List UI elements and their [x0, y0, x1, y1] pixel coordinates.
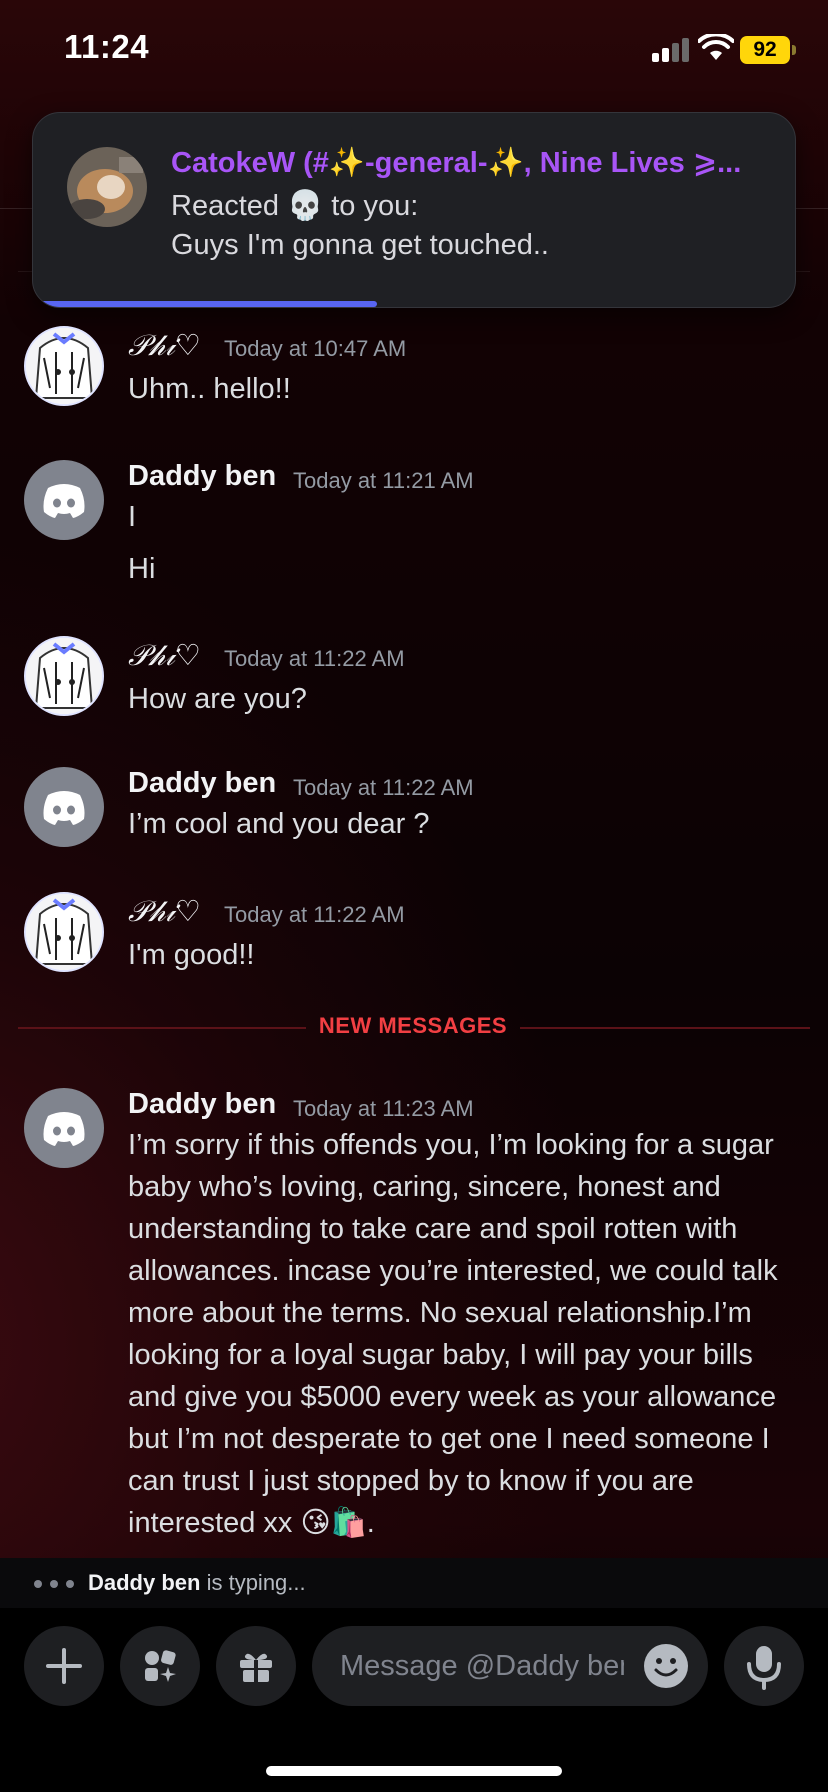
- message-timestamp: Today at 11:22 AM: [293, 775, 474, 800]
- discord-logo-icon: [43, 1112, 85, 1146]
- typing-dots-icon: [34, 1580, 78, 1588]
- notification-avatar: [67, 147, 147, 227]
- typing-text: Daddy ben is typing...: [88, 1570, 306, 1596]
- wifi-icon: [698, 34, 734, 60]
- gift-button[interactable]: [216, 1626, 296, 1706]
- avatar[interactable]: [24, 326, 104, 406]
- discord-logo-icon: [43, 484, 85, 518]
- notification-reaction: Reacted 💀 to you:: [171, 190, 419, 222]
- message-text: I’m sorry if this offends you, I’m looki…: [128, 1129, 778, 1539]
- typing-user: Daddy ben: [88, 1570, 201, 1595]
- microphone-icon: [747, 1646, 781, 1690]
- message-author[interactable]: 𝒫𝒽𝒾♡: [128, 638, 201, 673]
- typing-suffix: is typing...: [200, 1570, 306, 1595]
- avatar[interactable]: [24, 1088, 104, 1168]
- message-timestamp: Today at 11:22 AM: [224, 902, 405, 927]
- message-text: I: [128, 501, 137, 533]
- emoji-button[interactable]: [644, 1644, 688, 1688]
- notification-progress-track: [33, 301, 795, 307]
- battery-level: 92: [740, 36, 790, 64]
- message-timestamp: Today at 10:47 AM: [224, 336, 407, 361]
- notification-progress: [33, 301, 377, 307]
- voice-message-button[interactable]: [724, 1626, 804, 1706]
- home-indicator[interactable]: [266, 1766, 562, 1776]
- discord-logo-icon: [43, 791, 85, 825]
- plus-icon: [46, 1648, 82, 1684]
- message-timestamp: Today at 11:21 AM: [293, 468, 474, 493]
- typing-indicator: Daddy ben is typing...: [0, 1558, 828, 1608]
- message-text: Uhm.. hello!!: [128, 373, 291, 405]
- add-attachment-button[interactable]: [24, 1626, 104, 1706]
- message-author[interactable]: 𝒫𝒽𝒾♡: [128, 328, 201, 363]
- message-author[interactable]: Daddy ben: [128, 1088, 276, 1121]
- avatar[interactable]: [24, 767, 104, 847]
- smiley-icon: [654, 1658, 678, 1677]
- apps-button[interactable]: [120, 1626, 200, 1706]
- new-messages-label: NEW MESSAGES: [318, 1013, 508, 1038]
- message-timestamp: Today at 11:22 AM: [224, 646, 405, 671]
- signal-icon: [652, 38, 690, 62]
- apps-icon: [145, 1650, 176, 1682]
- status-time: 11:24: [64, 28, 150, 65]
- message-text: How are you?: [128, 683, 307, 715]
- avatar[interactable]: [24, 892, 104, 972]
- notification-banner[interactable]: CatokeW (#✨-general-✨, Nine Lives ⩾... R…: [32, 112, 796, 308]
- notification-title: CatokeW (#✨-general-✨, Nine Lives ⩾...: [171, 147, 742, 179]
- message-author[interactable]: Daddy ben: [128, 767, 276, 800]
- message-author[interactable]: 𝒫𝒽𝒾♡: [128, 894, 201, 929]
- notification-message: Guys I'm gonna get touched..: [171, 229, 549, 261]
- avatar[interactable]: [24, 460, 104, 540]
- message-timestamp: Today at 11:23 AM: [293, 1096, 474, 1121]
- status-bar: 11:24 92: [0, 0, 828, 100]
- battery-icon: 92: [740, 36, 796, 64]
- message-text: Hi: [128, 553, 156, 585]
- gift-icon: [240, 1653, 272, 1682]
- message-text: I'm good!!: [128, 939, 255, 971]
- message-text: I’m cool and you dear ?: [128, 808, 430, 840]
- avatar[interactable]: [24, 636, 104, 716]
- message-composer: [0, 1608, 828, 1792]
- message-author[interactable]: Daddy ben: [128, 460, 276, 493]
